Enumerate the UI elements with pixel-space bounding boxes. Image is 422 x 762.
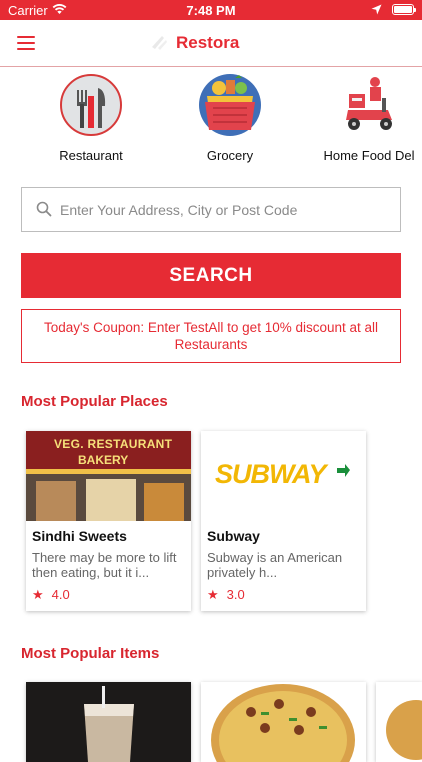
place-description: There may be more to lift then eating, b… bbox=[32, 550, 177, 580]
item-card-milkshake[interactable] bbox=[26, 682, 191, 762]
subway-logo: SUBWAY bbox=[215, 459, 327, 490]
coupon-banner: Today's Coupon: Enter TestAll to get 10%… bbox=[21, 309, 401, 363]
app-header: Restora bbox=[0, 20, 422, 67]
category-label: Home Food Del bbox=[323, 148, 415, 163]
rating-value: 4.0 bbox=[51, 587, 70, 602]
place-card-subway[interactable]: SUBWAY Subway Subway is an American priv… bbox=[201, 431, 366, 611]
place-name: Subway bbox=[207, 528, 260, 544]
place-rating: ★ 4.0 bbox=[32, 587, 70, 603]
food-image bbox=[376, 682, 422, 762]
address-search-field[interactable] bbox=[21, 187, 401, 232]
location-arrow-icon bbox=[371, 3, 382, 18]
star-icon: ★ bbox=[32, 587, 44, 602]
place-rating: ★ 3.0 bbox=[207, 587, 245, 603]
app-title: Restora bbox=[176, 33, 240, 52]
delivery-scooter-icon bbox=[338, 74, 400, 136]
category-home-food-delivery[interactable]: Home Food Del bbox=[299, 74, 422, 163]
place-name: Sindhi Sweets bbox=[32, 528, 127, 544]
grocery-basket-icon bbox=[199, 74, 261, 136]
rating-value: 3.0 bbox=[226, 587, 245, 602]
search-button[interactable]: SEARCH bbox=[21, 253, 401, 298]
app-logo-icon bbox=[152, 36, 167, 50]
subway-logo-text: SUBWAY bbox=[215, 459, 327, 489]
pizza-image bbox=[201, 682, 366, 762]
item-card-pizza[interactable] bbox=[201, 682, 366, 762]
category-label: Restaurant bbox=[59, 148, 123, 163]
search-icon bbox=[36, 201, 52, 217]
subway-arrow-icon bbox=[337, 464, 350, 477]
popular-places-heading: Most Popular Places bbox=[21, 393, 168, 410]
restaurant-sign-subtext: BAKERY bbox=[78, 453, 129, 467]
place-description: Subway is an American privately h... bbox=[207, 550, 343, 580]
star-icon: ★ bbox=[207, 587, 219, 602]
place-image: SUBWAY bbox=[201, 431, 366, 521]
restaurant-sign-text: VEG. RESTAURANT bbox=[54, 437, 173, 451]
clock: 7:48 PM bbox=[186, 3, 236, 18]
place-card-sindhi-sweets[interactable]: VEG. RESTAURANT BAKERY Sindhi Sweets The… bbox=[26, 431, 191, 611]
address-search-input[interactable] bbox=[58, 198, 392, 222]
battery-icon bbox=[392, 4, 416, 15]
popular-items-heading: Most Popular Items bbox=[21, 645, 160, 662]
milkshake-image bbox=[26, 682, 191, 762]
category-row: Restaurant Grocery Home Food Del bbox=[0, 74, 422, 170]
category-restaurant[interactable]: Restaurant bbox=[21, 74, 161, 163]
fork-knife-icon bbox=[60, 74, 122, 136]
place-image: VEG. RESTAURANT BAKERY bbox=[26, 431, 191, 521]
item-card-partial[interactable] bbox=[376, 682, 422, 762]
category-label: Grocery bbox=[206, 148, 254, 163]
status-bar: Carrier 7:48 PM bbox=[0, 0, 422, 20]
category-grocery[interactable]: Grocery bbox=[160, 74, 300, 163]
menu-icon[interactable] bbox=[17, 36, 35, 50]
